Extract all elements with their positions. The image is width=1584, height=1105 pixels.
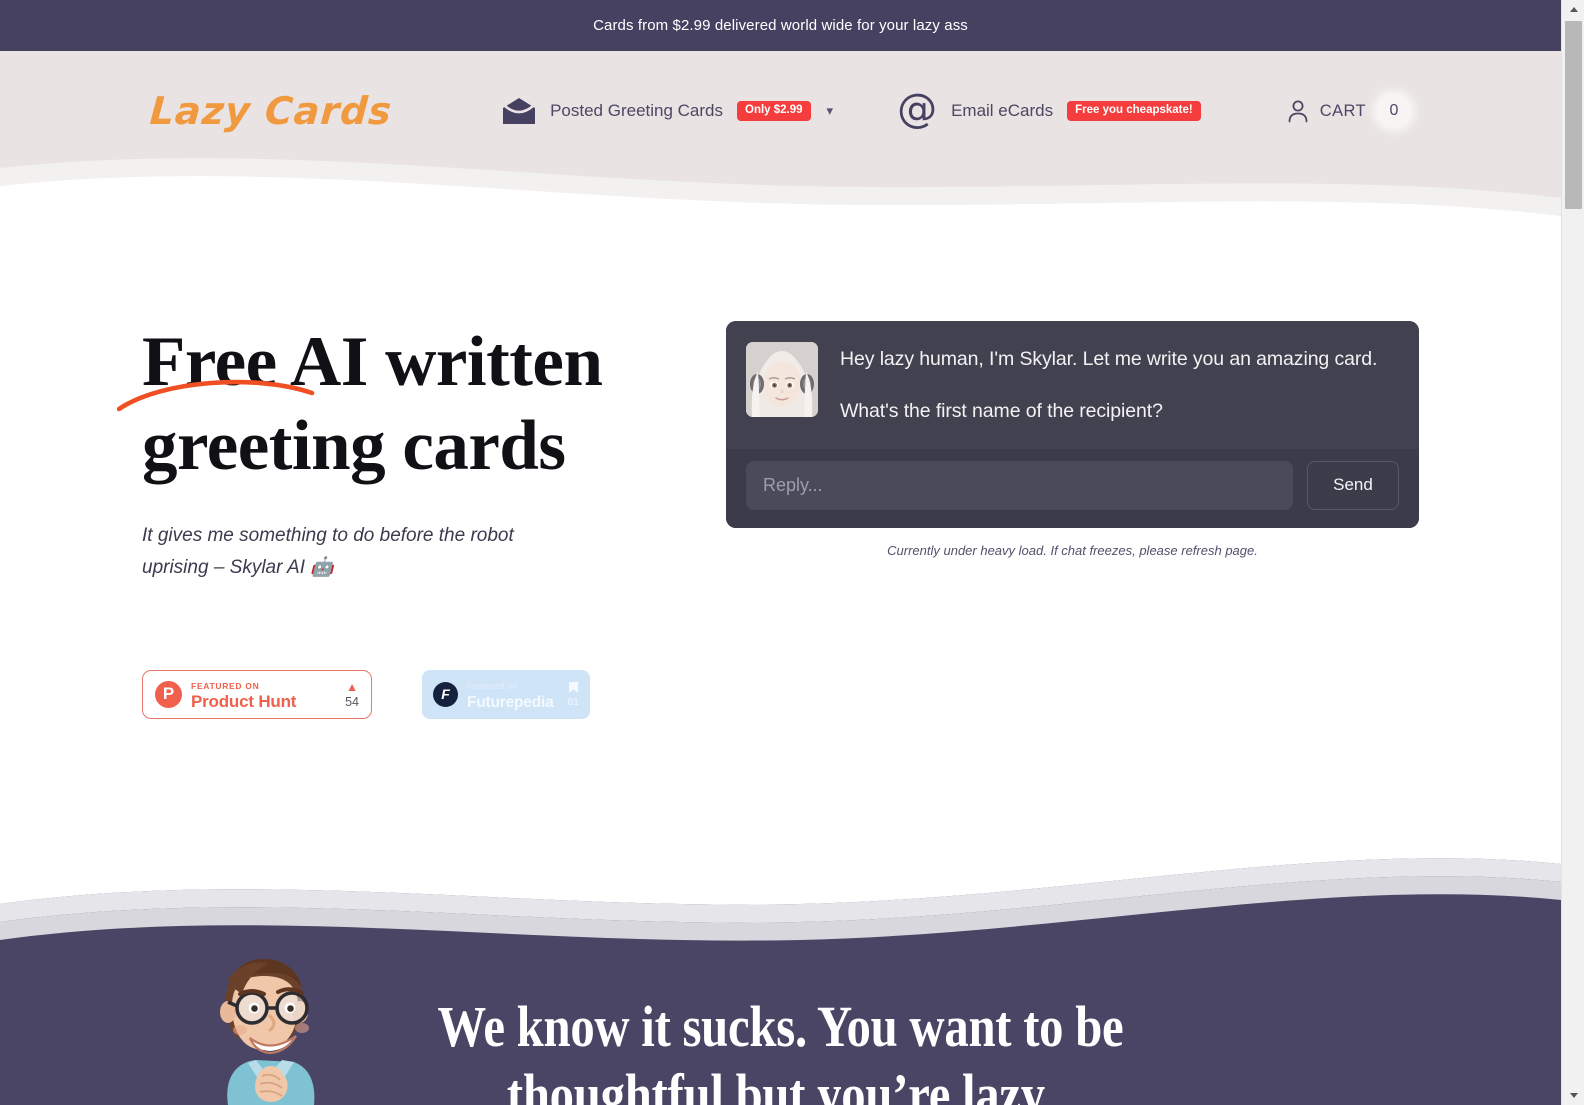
futurepedia-icon: F bbox=[433, 681, 458, 707]
bottom-section-heading: We know it sucks. You want to be thought… bbox=[125, 993, 1436, 1105]
chat-message: Hey lazy human, I'm Skylar. Let me write… bbox=[840, 348, 1378, 370]
product-hunt-icon: P bbox=[155, 680, 182, 708]
nav-label: Email eCards bbox=[951, 101, 1054, 120]
announcement-bar: Cards from $2.99 delivered world wide fo… bbox=[0, 0, 1561, 51]
reply-input[interactable] bbox=[746, 460, 1293, 510]
scroll-thumb[interactable] bbox=[1565, 21, 1582, 209]
person-icon[interactable] bbox=[1287, 99, 1309, 123]
page-title: Free AI written greeting cards bbox=[117, 321, 702, 489]
headline-line2: greeting cards bbox=[142, 406, 566, 485]
product-hunt-text: FEATURED ON Product Hunt bbox=[191, 677, 296, 713]
futurepedia-badge[interactable]: F Featured on Futurepedia 81 bbox=[422, 669, 590, 719]
at-sign-icon: @ bbox=[897, 86, 938, 132]
cart-area[interactable]: CART 0 bbox=[1287, 94, 1411, 128]
futurepedia-text: Featured on Futurepedia bbox=[467, 676, 554, 712]
bottom-heading-line1: We know it sucks. You want to be bbox=[437, 994, 1124, 1059]
chat-input-row: Send bbox=[726, 448, 1419, 528]
cart-count-badge: 0 bbox=[1377, 94, 1411, 128]
product-hunt-votes: ▲ 54 bbox=[345, 681, 359, 709]
futurepedia-name: Futurepedia bbox=[467, 694, 554, 712]
vertical-scrollbar[interactable] bbox=[1561, 0, 1584, 1105]
site-header: Lazy Cards Posted Greeting Cards Only $2… bbox=[0, 51, 1561, 236]
chat-message-area: Hey lazy human, I'm Skylar. Let me write… bbox=[726, 321, 1419, 449]
futurepedia-count: 81 bbox=[567, 696, 579, 709]
hero-right-column: Hey lazy human, I'm Skylar. Let me write… bbox=[726, 321, 1419, 719]
chat-status-note: Currently under heavy load. If chat free… bbox=[887, 542, 1258, 558]
product-hunt-name: Product Hunt bbox=[191, 692, 297, 712]
chat-message: What's the first name of the recipient? bbox=[840, 400, 1163, 423]
announcement-text: Cards from $2.99 delivered world wide fo… bbox=[593, 17, 968, 34]
open-envelope-icon bbox=[502, 97, 536, 125]
hero-subheadline: It gives me something to do before the r… bbox=[142, 524, 514, 579]
skylar-chat-widget: Hey lazy human, I'm Skylar. Let me write… bbox=[726, 321, 1419, 528]
bookmark-icon bbox=[568, 682, 578, 694]
nav-item-posted-greeting-cards[interactable]: Posted Greeting Cards Only $2.99 ▾ bbox=[502, 97, 833, 125]
nav-item-email-ecards[interactable]: @ Email eCards Free you cheapskate! bbox=[897, 89, 1201, 129]
futurepedia-featured-label: Featured on bbox=[467, 681, 518, 692]
bottom-heading-line2: thoughtful but you’re lazy. bbox=[506, 1062, 1055, 1105]
nav-pill-badge: Only $2.99 bbox=[737, 100, 811, 122]
bottom-section: We know it sucks. You want to be thought… bbox=[0, 838, 1561, 1105]
product-hunt-vote-count: 54 bbox=[345, 694, 359, 709]
site-logo[interactable]: Lazy Cards bbox=[148, 89, 393, 133]
hero-section: Free AI written greeting cards It gives … bbox=[0, 236, 1561, 719]
triangle-up-icon: ▲ bbox=[346, 679, 358, 694]
futurepedia-count-group: 81 bbox=[567, 681, 579, 708]
hero-left-column: Free AI written greeting cards It gives … bbox=[117, 321, 702, 719]
cart-label[interactable]: CART bbox=[1320, 102, 1366, 121]
headline-word-free: Free bbox=[142, 323, 277, 401]
nav-label: Posted Greeting Cards bbox=[550, 101, 723, 120]
nav-pill-badge: Free you cheapskate! bbox=[1067, 100, 1201, 122]
headline-highlight-word: Free bbox=[117, 321, 315, 412]
chevron-down-icon[interactable]: ▾ bbox=[827, 103, 834, 119]
main-nav: Posted Greeting Cards Only $2.99 ▾ @ Ema… bbox=[502, 89, 1201, 129]
product-hunt-featured-label: FEATURED ON bbox=[191, 680, 260, 691]
product-hunt-badge[interactable]: P FEATURED ON Product Hunt ▲ 54 bbox=[142, 669, 372, 719]
featured-badges: P FEATURED ON Product Hunt ▲ 54 F Featur… bbox=[142, 669, 702, 719]
chat-messages: Hey lazy human, I'm Skylar. Let me write… bbox=[840, 342, 1377, 425]
skylar-avatar bbox=[746, 342, 818, 417]
headline-rest-line1: AI written bbox=[276, 323, 603, 401]
scroll-down-arrow-icon[interactable] bbox=[1562, 1086, 1584, 1105]
scroll-up-arrow-icon[interactable] bbox=[1562, 0, 1584, 19]
page-viewport: Cards from $2.99 delivered world wide fo… bbox=[0, 0, 1561, 1105]
send-button[interactable]: Send bbox=[1307, 460, 1399, 510]
